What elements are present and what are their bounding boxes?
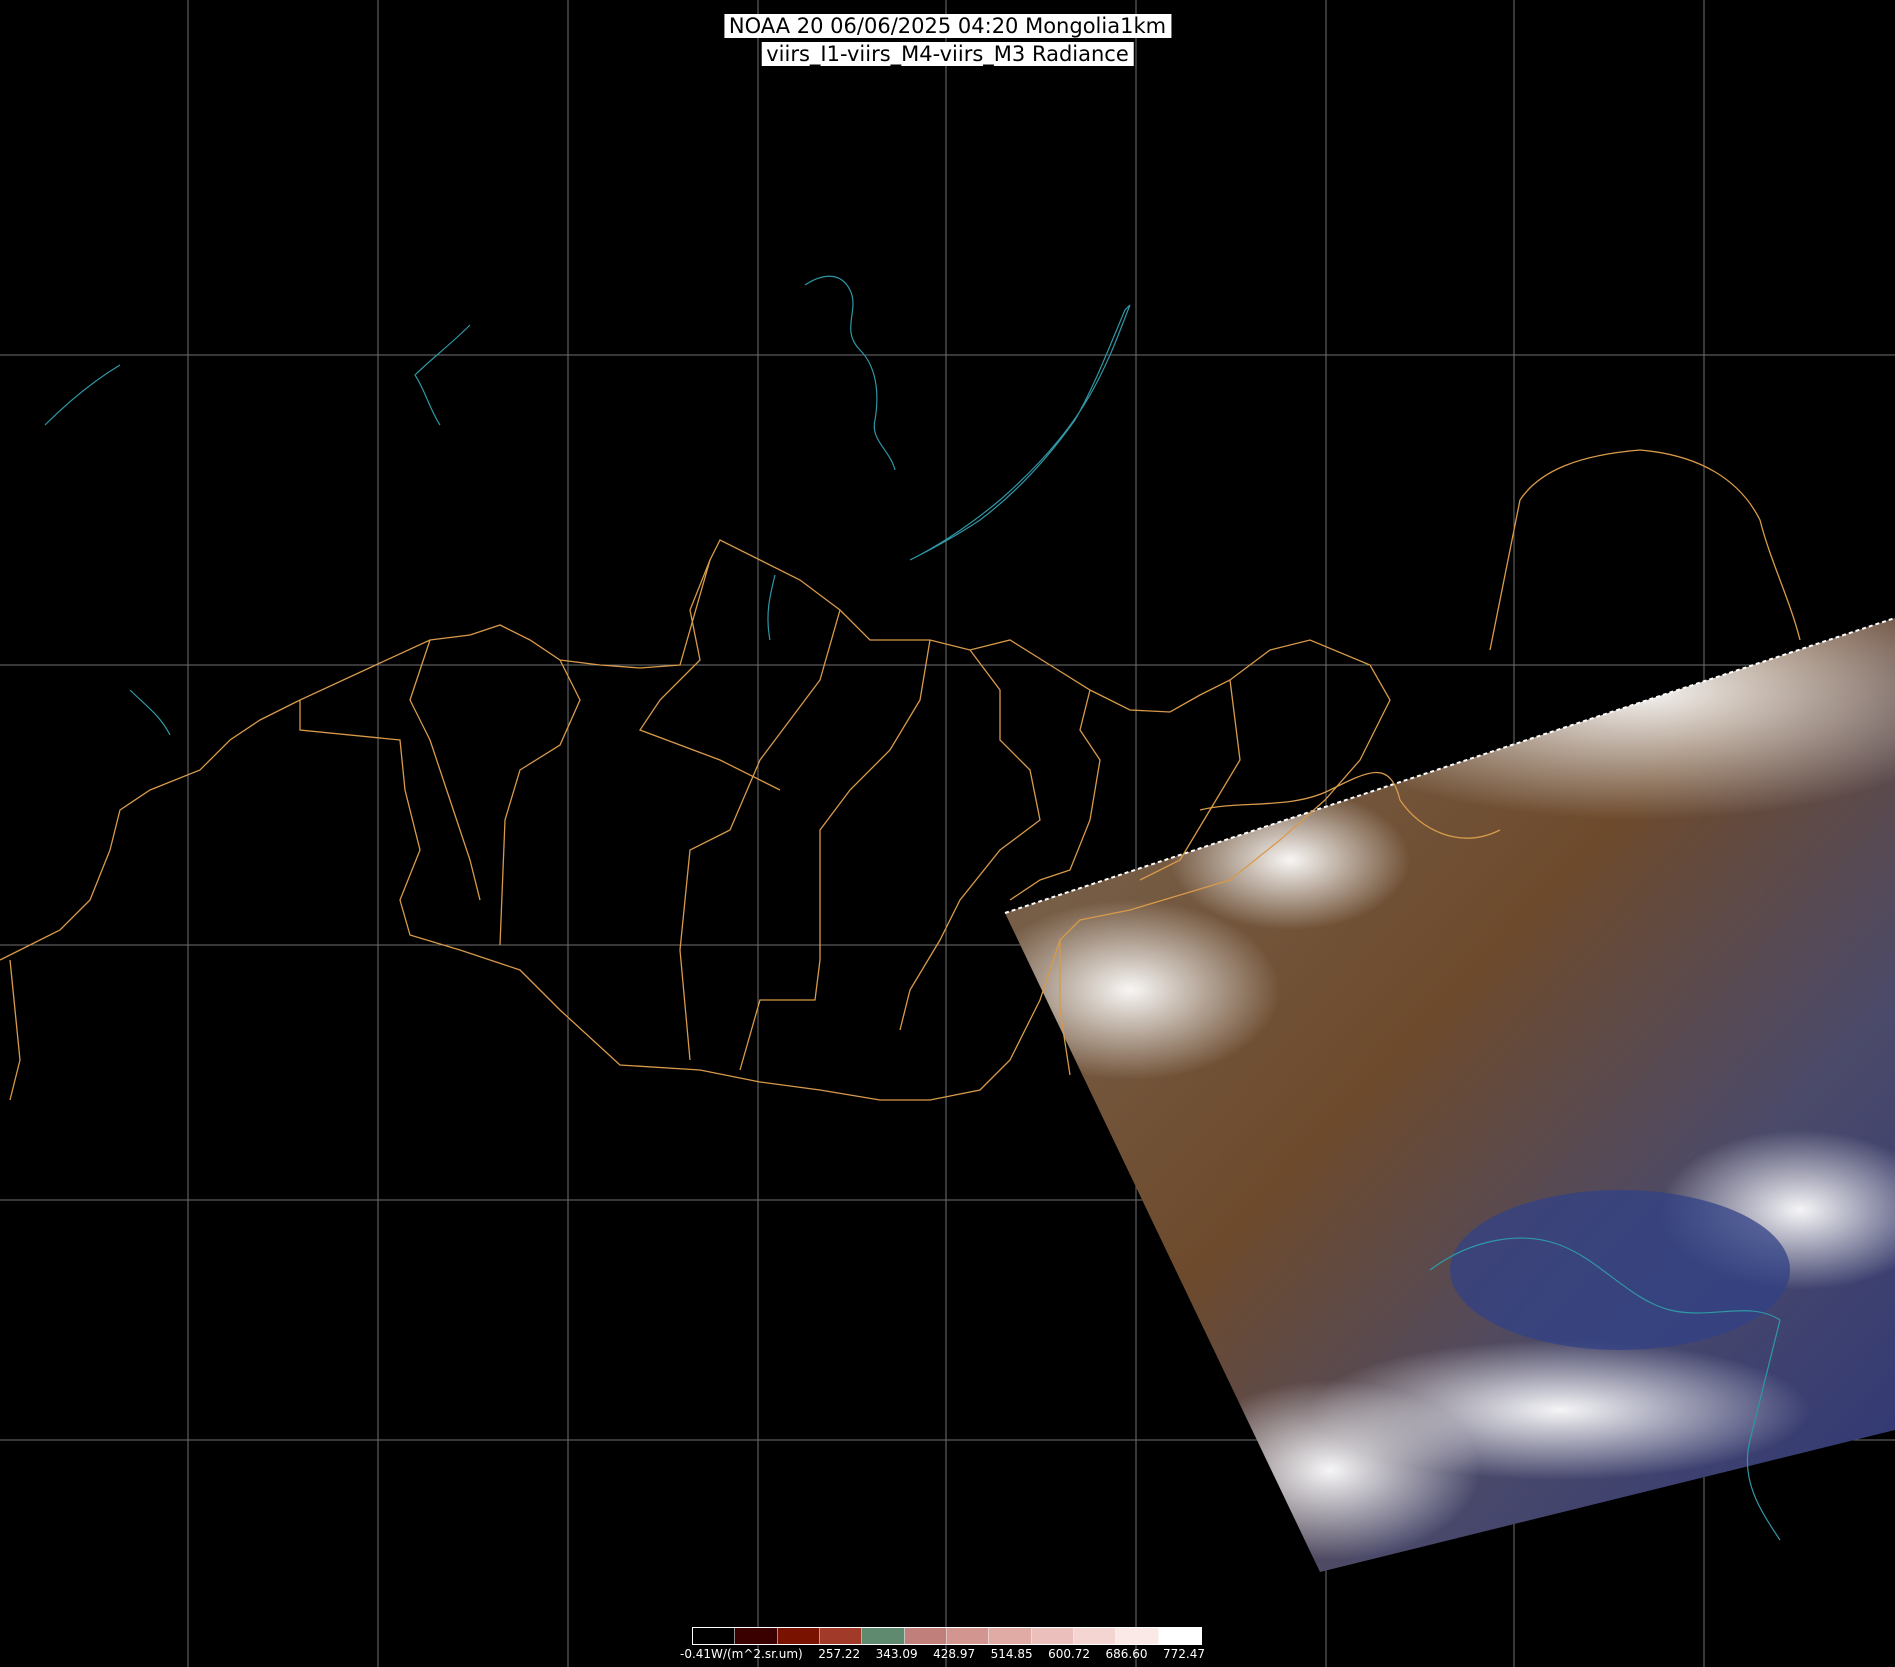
river-north xyxy=(804,275,896,471)
colorbar-segment xyxy=(1116,1628,1159,1644)
satellite-swath xyxy=(1004,617,1895,1572)
colorbar-segment xyxy=(989,1628,1032,1644)
colorbar-tick-label: 772.47 xyxy=(1163,1647,1205,1661)
cloud-region-center xyxy=(1170,790,1410,930)
colorbar-tick-label: 600.72 xyxy=(1048,1647,1091,1661)
aimag-border-1 xyxy=(409,639,481,901)
china-border-north xyxy=(1519,449,1801,641)
colorbar-segment xyxy=(735,1628,778,1644)
cloud-region-west xyxy=(1005,900,1280,1080)
colorbar-segment xyxy=(904,1628,947,1644)
colorbar: -0.41W/(m^2.sr.um) 257.22 343.09 428.97 514.… xyxy=(680,1624,1205,1664)
colorbar-labels: -0.41W/(m^2.sr.um) 257.22 343.09 428.97 514.… xyxy=(680,1647,1205,1661)
colorbar-segment xyxy=(1158,1628,1201,1644)
map-canvas xyxy=(0,0,1895,1667)
cloud-region-sw xyxy=(1180,1380,1480,1560)
sea-region xyxy=(1450,1190,1790,1350)
colorbar-segment xyxy=(1073,1628,1117,1644)
colorbar-tick-label: 257.22 xyxy=(818,1647,861,1661)
lake-khovsgol xyxy=(767,574,776,641)
china-border-inner xyxy=(1489,499,1521,651)
colorbar-segment xyxy=(693,1628,736,1644)
colorbar-segment xyxy=(862,1628,905,1644)
cloud-region-north xyxy=(1280,618,1895,820)
title-line-1: NOAA 20 06/06/2025 04:20 Mongolia1km xyxy=(723,14,1172,38)
west-border-3 xyxy=(9,959,21,1101)
colorbar-segment xyxy=(819,1628,863,1644)
aimag-border-7 xyxy=(1009,689,1101,901)
colorbar-segment xyxy=(1031,1628,1074,1644)
colorbar-tick-label: 514.85 xyxy=(990,1647,1033,1661)
title-line-2: viirs_I1-viirs_M4-viirs_M3 Radiance xyxy=(761,42,1134,66)
river-west-1 xyxy=(44,364,121,426)
river-west-2 xyxy=(414,324,471,426)
aimag-border-3 xyxy=(639,559,781,791)
lake-baikal xyxy=(909,304,1131,561)
colorbar-tick-label: -0.41W/(m^2.sr.um) xyxy=(680,1647,803,1661)
colorbar-segment xyxy=(777,1628,820,1644)
colorbar-tick-label: 343.09 xyxy=(875,1647,918,1661)
colorbar-tick-label: 428.97 xyxy=(933,1647,976,1661)
colorbar-track xyxy=(692,1627,1202,1645)
aimag-border-5 xyxy=(739,639,931,1071)
colorbar-segment xyxy=(946,1628,990,1644)
west-border-1 xyxy=(109,699,301,851)
colorbar-tick-label: 686.60 xyxy=(1105,1647,1148,1661)
river-west-3 xyxy=(129,689,171,736)
aimag-border-6 xyxy=(899,649,1041,1031)
west-border-2 xyxy=(0,849,111,961)
